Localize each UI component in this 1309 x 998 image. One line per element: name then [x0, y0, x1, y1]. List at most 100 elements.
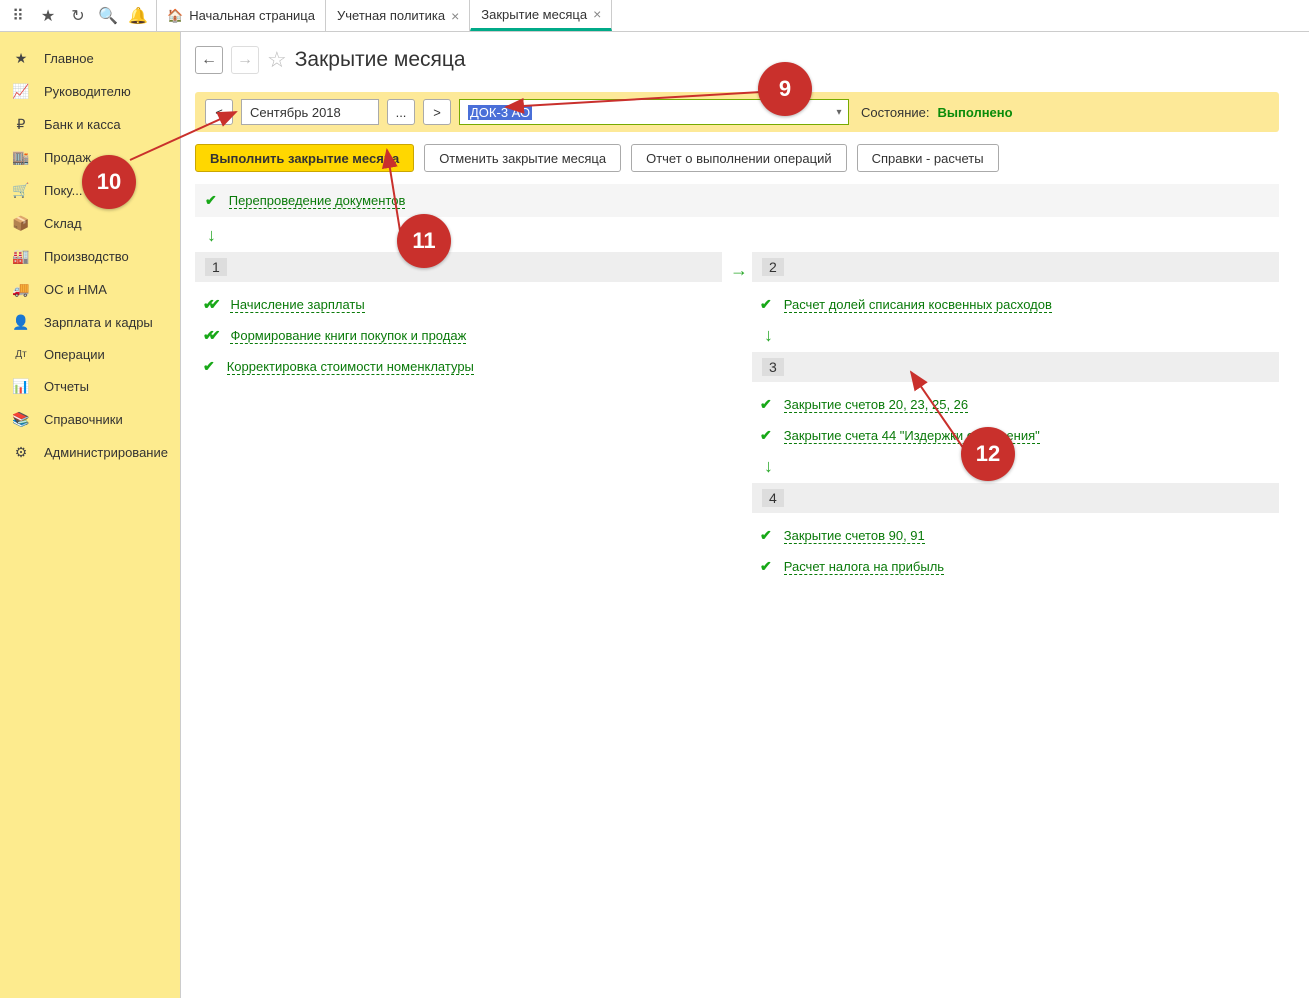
op-payroll-link[interactable]: Начисление зарплаты	[230, 297, 364, 313]
reprov-link[interactable]: Перепроведение документов	[229, 193, 406, 209]
dropdown-icon[interactable]: ▾	[830, 100, 848, 124]
truck-icon: 🚚	[12, 281, 30, 298]
check-icon: ✔	[760, 558, 772, 575]
history-icon[interactable]: ↻	[64, 2, 92, 30]
books-icon: 📚	[12, 411, 30, 428]
sidebar-item-assets[interactable]: 🚚ОС и НМА	[0, 273, 180, 306]
dt-kt-icon: Дт	[12, 349, 30, 360]
star-icon[interactable]: ★	[34, 2, 62, 30]
operation-row: ✔Закрытие счета 44 "Издержки обращения"	[752, 423, 1279, 448]
flow-arrow-down-icon: ↓	[764, 325, 1279, 346]
period-org-bar: < Сентябрь 2018 ... > ДОК-3 АО ▾ Состоян…	[195, 92, 1279, 132]
check-icon: ✔	[205, 192, 217, 209]
apps-icon[interactable]: ⠿	[4, 2, 32, 30]
check-icon: ✔	[760, 527, 772, 544]
cancel-closing-button[interactable]: Отменить закрытие месяца	[424, 144, 621, 172]
op-close-20-23-25-26-link[interactable]: Закрытие счетов 20, 23, 25, 26	[784, 397, 968, 413]
blocks-row: 1 ✔✔Начисление зарплаты ✔✔Формирование к…	[195, 252, 1279, 984]
status-value: Выполнено	[937, 105, 1012, 120]
period-next-button[interactable]: >	[423, 99, 451, 125]
callout-12: 12	[961, 427, 1015, 481]
op-cost-adjust-link[interactable]: Корректировка стоимости номенклатуры	[227, 359, 474, 375]
callout-10: 10	[82, 155, 136, 209]
block-number: 4	[762, 489, 784, 507]
callout-9: 9	[758, 62, 812, 116]
close-icon[interactable]: ×	[593, 6, 601, 22]
content-area: ← → ☆ Закрытие месяца < Сентябрь 2018 ..…	[181, 32, 1309, 998]
check-icon: ✔	[760, 427, 772, 444]
tab-accounting-policy[interactable]: Учетная политика ×	[326, 0, 470, 31]
ruble-icon: ₽	[12, 116, 30, 133]
block-header: 1	[195, 252, 722, 282]
title-row: ← → ☆ Закрытие месяца	[195, 46, 1279, 74]
sidebar-item-label: Зарплата и кадры	[44, 315, 153, 330]
operation-row: ✔✔Формирование книги покупок и продаж	[195, 323, 722, 348]
block-number: 1	[205, 258, 227, 276]
sidebar-item-production[interactable]: 🏭Производство	[0, 240, 180, 273]
sidebar-item-manager[interactable]: 📈Руководителю	[0, 75, 180, 108]
gear-icon: ⚙	[12, 444, 30, 461]
sidebar-item-catalogs[interactable]: 📚 Справочники	[0, 403, 180, 436]
tab-label: Начальная страница	[189, 8, 315, 23]
operations-report-button[interactable]: Отчет о выполнении операций	[631, 144, 847, 172]
tabs-bar: 🏠 Начальная страница Учетная политика × …	[156, 0, 612, 31]
sidebar-item-main[interactable]: ★ Главное	[0, 42, 180, 75]
tab-month-closing[interactable]: Закрытие месяца ×	[470, 0, 612, 31]
cart-icon: 🛒	[12, 182, 30, 199]
sidebar-item-payroll[interactable]: 👤 Зарплата и кадры	[0, 306, 180, 339]
sidebar-item-label: Поку...	[44, 183, 82, 198]
op-purchase-book-link[interactable]: Формирование книги покупок и продаж	[230, 328, 466, 344]
sidebar-item-label: Склад	[44, 216, 82, 231]
operation-row: ✔ Закрытие счетов 20, 23, 25, 26	[752, 392, 1279, 417]
op-income-tax-link[interactable]: Расчет налога на прибыль	[784, 559, 944, 575]
block-1: 1 ✔✔Начисление зарплаты ✔✔Формирование к…	[195, 252, 722, 385]
bars-icon: 📊	[12, 378, 30, 395]
sidebar-item-operations[interactable]: Дт Операции	[0, 339, 180, 370]
op-indirect-costs-link[interactable]: Расчет долей списания косвенных расходов	[784, 297, 1052, 313]
callout-11: 11	[397, 214, 451, 268]
block-header: 3	[752, 352, 1279, 382]
toolbar-icons: ⠿ ★ ↻ 🔍 🔔	[0, 0, 156, 31]
nav-forward-button[interactable]: →	[231, 46, 259, 74]
sidebar-item-bank[interactable]: ₽ Банк и касса	[0, 108, 180, 141]
star-icon: ★	[12, 50, 30, 67]
check-icon: ✔	[760, 396, 772, 413]
execute-closing-button[interactable]: Выполнить закрытие месяца	[195, 144, 414, 172]
search-icon[interactable]: 🔍	[94, 2, 122, 30]
favorite-icon[interactable]: ☆	[267, 47, 287, 73]
flow-arrow-down-icon: ↓	[207, 225, 1279, 246]
person-icon: 👤	[12, 314, 30, 331]
chart-icon: 📈	[12, 83, 30, 100]
operation-row: ✔ Корректировка стоимости номенклатуры	[195, 354, 722, 379]
sidebar-item-label: Отчеты	[44, 379, 89, 394]
operation-row: ✔ Расчет налога на прибыль	[752, 554, 1279, 579]
sidebar-item-label: Операции	[44, 347, 105, 362]
period-prev-button[interactable]: <	[205, 99, 233, 125]
block-header: 4	[752, 483, 1279, 513]
sidebar-item-label: Банк и касса	[44, 117, 121, 132]
check-icon: ✔	[760, 296, 772, 313]
flow-arrow-down-icon: ↓	[764, 456, 1279, 477]
status-label: Состояние:	[861, 105, 929, 120]
sidebar-item-reports[interactable]: 📊 Отчеты	[0, 370, 180, 403]
page-title: Закрытие месяца	[295, 48, 466, 72]
bell-icon[interactable]: 🔔	[124, 2, 152, 30]
sidebar-item-label: Главное	[44, 51, 94, 66]
nav-back-button[interactable]: ←	[195, 46, 223, 74]
sidebar-item-warehouse[interactable]: 📦Склад	[0, 207, 180, 240]
close-icon[interactable]: ×	[451, 8, 459, 24]
check-icon: ✔	[203, 358, 215, 375]
sidebar-item-label: Производство	[44, 249, 129, 264]
store-icon: 🏬	[12, 149, 30, 166]
sidebar-item-admin[interactable]: ⚙Администрирование	[0, 436, 180, 469]
period-value: Сентябрь 2018	[250, 105, 341, 120]
sidebar-item-label: Справочники	[44, 412, 123, 427]
op-close-90-91-link[interactable]: Закрытие счетов 90, 91	[784, 528, 925, 544]
references-button[interactable]: Справки - расчеты	[857, 144, 999, 172]
period-more-button[interactable]: ...	[387, 99, 415, 125]
period-field[interactable]: Сентябрь 2018	[241, 99, 379, 125]
block-number: 2	[762, 258, 784, 276]
reprov-row: ✔ Перепроведение документов	[195, 184, 1279, 217]
top-toolbar: ⠿ ★ ↻ 🔍 🔔 🏠 Начальная страница Учетная п…	[0, 0, 1309, 32]
tab-home[interactable]: 🏠 Начальная страница	[156, 0, 326, 31]
